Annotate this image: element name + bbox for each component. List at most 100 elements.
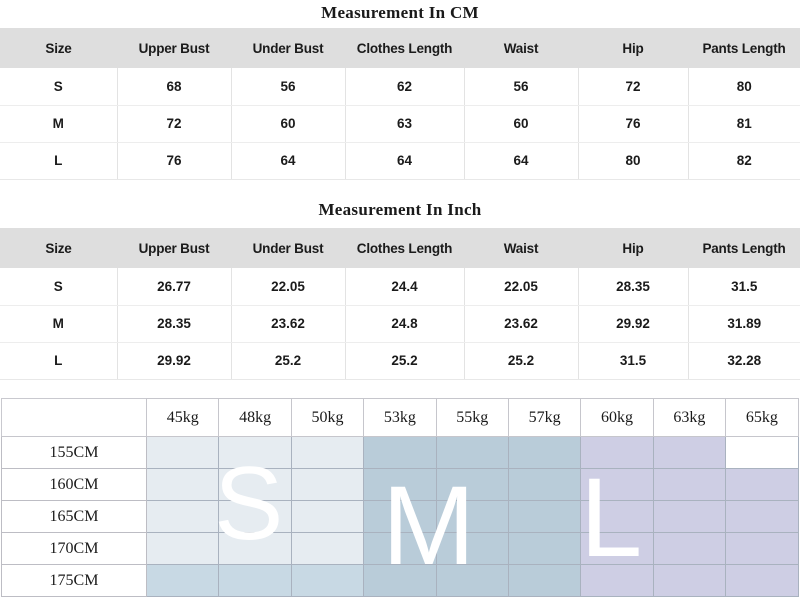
matrix-cell-s xyxy=(290,500,365,533)
measurement-cell: 22.05 xyxy=(464,268,579,306)
table-row: L 29.92 25.2 25.2 25.2 31.5 32.28 xyxy=(0,342,800,380)
matrix-cell-m xyxy=(507,564,582,597)
measurement-cell: 76 xyxy=(578,105,689,143)
measurement-cell: 25.2 xyxy=(464,342,579,380)
matrix-cell-l xyxy=(725,500,799,533)
matrix-cell-m xyxy=(507,500,582,533)
matrix-cell-m xyxy=(435,564,509,597)
measurement-cell: 25.2 xyxy=(345,342,465,380)
matrix-cell-l xyxy=(652,436,727,469)
table-row: S 26.77 22.05 24.4 22.05 28.35 31.5 xyxy=(0,268,800,306)
matrix-cell-m xyxy=(363,436,437,469)
measurement-cell: 56 xyxy=(231,68,346,106)
matrix-cell-s xyxy=(218,436,292,469)
height-label-cell: 170CM xyxy=(1,532,147,565)
column-header: Clothes Length xyxy=(356,240,453,256)
measurement-cell: 60 xyxy=(464,105,579,143)
height-label-cell: 175CM xyxy=(1,564,147,597)
measurement-cell: 64 xyxy=(231,142,346,180)
weight-header-cell: 63kg xyxy=(652,398,727,437)
column-header: Waist xyxy=(503,40,539,56)
size-chart-page: Measurement In CM Size Upper Bust Under Bu… xyxy=(0,0,800,599)
inch-table-body: S 26.77 22.05 24.4 22.05 28.35 31.5 M 28.35 23.62… xyxy=(0,268,800,380)
measurement-cell: 72 xyxy=(117,105,232,143)
weight-header-cell: 45kg xyxy=(145,398,220,437)
matrix-row: 170CM xyxy=(1,532,799,565)
matrix-cell-s xyxy=(218,468,292,501)
weight-header-row: 45kg 48kg 50kg 53kg 55kg 57kg 60kg 63kg 65kg xyxy=(1,398,799,437)
matrix-cell-s xyxy=(290,468,365,501)
matrix-cell-l xyxy=(652,532,727,565)
size-label-cell: S xyxy=(0,268,118,306)
measurement-cell: 80 xyxy=(578,142,689,180)
table-row: L 76 64 64 64 80 82 xyxy=(0,142,800,180)
matrix-cell-m xyxy=(507,436,582,469)
measurement-cm-table: Size Upper Bust Under Bust Clothes Length Wa… xyxy=(0,28,800,180)
measurement-cell: 64 xyxy=(345,142,465,180)
matrix-cell-l xyxy=(652,500,727,533)
matrix-corner-cell xyxy=(1,398,147,437)
table-header-row: Size Upper Bust Under Bust Clothes Length Wa… xyxy=(0,228,800,268)
measurement-cell: 22.05 xyxy=(231,268,346,306)
table-row: M 28.35 23.62 24.8 23.62 29.92 31.89 xyxy=(0,305,800,343)
measurement-cell: 24.8 xyxy=(345,305,465,343)
measurement-cell: 82 xyxy=(688,142,800,180)
cm-table-header: Size Upper Bust Under Bust Clothes Length Wa… xyxy=(0,28,800,68)
column-header: Size xyxy=(45,240,72,256)
size-matrix-table: 45kg 48kg 50kg 53kg 55kg 57kg 60kg 63kg 65kg 155… xyxy=(1,398,799,597)
measurement-cell: 23.62 xyxy=(464,305,579,343)
measurement-cell: 23.62 xyxy=(231,305,346,343)
measurement-cell: 56 xyxy=(464,68,579,106)
measurement-cell: 68 xyxy=(117,68,232,106)
column-header: Size xyxy=(45,40,72,56)
size-matrix-body: 155CM 160CM 165CM 170CM 175CM xyxy=(1,436,799,597)
column-header: Under Bust xyxy=(252,40,324,56)
matrix-cell-m xyxy=(363,532,437,565)
matrix-row: 155CM xyxy=(1,436,799,469)
matrix-cell-none xyxy=(725,436,799,469)
matrix-cell-l xyxy=(652,564,727,597)
matrix-cell-m xyxy=(435,532,509,565)
matrix-cell-s xyxy=(218,500,292,533)
size-label-cell: L xyxy=(0,142,118,180)
measurement-cell: 60 xyxy=(231,105,346,143)
matrix-row: 175CM xyxy=(1,564,799,597)
matrix-cell-m xyxy=(363,500,437,533)
matrix-row: 165CM xyxy=(1,500,799,533)
weight-header-cell: 53kg xyxy=(363,398,437,437)
height-label-cell: 155CM xyxy=(1,436,147,469)
weight-header-cell: 48kg xyxy=(218,398,292,437)
weight-header-cell: 50kg xyxy=(290,398,365,437)
size-matrix-header: 45kg 48kg 50kg 53kg 55kg 57kg 60kg 63kg 65kg xyxy=(1,398,799,437)
measurement-cell: 80 xyxy=(688,68,800,106)
matrix-cell-s xyxy=(218,532,292,565)
matrix-cell-m xyxy=(435,436,509,469)
inch-table-title: Measurement In Inch xyxy=(318,200,482,219)
matrix-cell-l xyxy=(580,532,654,565)
measurement-cell: 81 xyxy=(688,105,800,143)
measurement-inch-table: Size Upper Bust Under Bust Clothes Length Wa… xyxy=(0,228,800,380)
matrix-cell-s2 xyxy=(290,564,365,597)
matrix-cell-m xyxy=(507,532,582,565)
matrix-cell-l xyxy=(580,436,654,469)
size-label-cell: M xyxy=(0,105,118,143)
matrix-cell-l xyxy=(580,500,654,533)
table-header-row: Size Upper Bust Under Bust Clothes Length Wa… xyxy=(0,28,800,68)
matrix-cell-l xyxy=(580,564,654,597)
table-row: M 72 60 63 60 76 81 xyxy=(0,105,800,143)
measurement-cell: 63 xyxy=(345,105,465,143)
column-header: Hip xyxy=(622,240,644,256)
matrix-cell-s xyxy=(145,500,220,533)
measurement-cell: 76 xyxy=(117,142,232,180)
measurement-cell: 28.35 xyxy=(578,268,689,306)
column-header: Pants Length xyxy=(702,240,786,256)
column-header: Upper Bust xyxy=(138,40,210,56)
column-header: Pants Length xyxy=(702,40,786,56)
size-label-cell: S xyxy=(0,68,118,106)
weight-header-cell: 57kg xyxy=(507,398,582,437)
matrix-cell-s xyxy=(290,436,365,469)
matrix-cell-l xyxy=(725,564,799,597)
measurement-cell: 62 xyxy=(345,68,465,106)
measurement-cell: 72 xyxy=(578,68,689,106)
measurement-cell: 24.4 xyxy=(345,268,465,306)
